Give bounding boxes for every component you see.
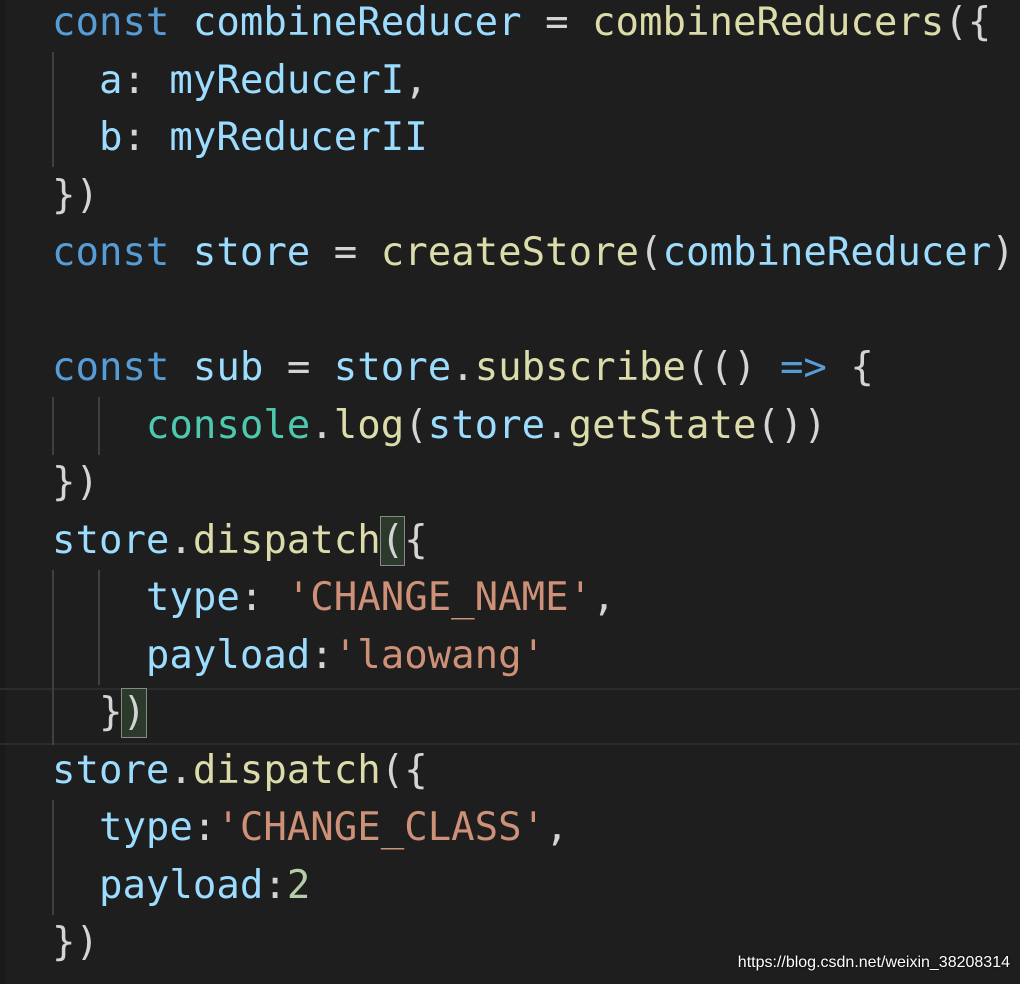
code-token: 'CHANGE_CLASS' xyxy=(216,805,546,850)
code-token: store xyxy=(427,402,546,448)
code-token: myReducerII xyxy=(169,115,428,160)
code-token: type xyxy=(98,805,193,850)
code-token: getState xyxy=(568,402,757,448)
code-token: 2 xyxy=(286,862,311,908)
code-token: combineReducer xyxy=(192,0,522,45)
code-token: . xyxy=(169,747,193,793)
code-token: . xyxy=(545,402,569,448)
code-token: dispatch xyxy=(192,747,381,793)
code-token: store xyxy=(192,230,311,275)
code-token: payload xyxy=(98,862,264,908)
code-token: a xyxy=(98,57,123,103)
code-token: type xyxy=(145,575,240,620)
code-token: log xyxy=(333,402,405,448)
code-line[interactable]: b: myReducerII xyxy=(52,109,428,167)
code-line[interactable]: const combineReducer = combineReducers({ xyxy=(52,0,991,52)
code-token: }) xyxy=(52,920,99,965)
code-token: ( xyxy=(404,402,428,448)
code-token: : xyxy=(239,575,287,620)
code-token: { xyxy=(826,345,874,390)
code-token: ( xyxy=(639,230,663,275)
code-token: = xyxy=(521,0,593,45)
code-line[interactable]: store.dispatch({ xyxy=(52,742,428,800)
code-token: } xyxy=(52,690,123,735)
code-token: combineReducer xyxy=(662,230,992,275)
code-token: 'laowang' xyxy=(333,632,546,678)
code-line[interactable]: }) xyxy=(52,684,147,742)
code-token: , xyxy=(545,805,569,850)
code-line[interactable]: }) xyxy=(52,167,99,225)
matched-bracket: ) xyxy=(121,688,147,738)
code-token: ) xyxy=(991,230,1015,275)
code-token: ()) xyxy=(756,402,827,448)
watermark: https://blog.csdn.net/weixin_38208314 xyxy=(737,954,1010,971)
code-token: const xyxy=(52,230,170,275)
code-token: , xyxy=(404,57,428,103)
code-line[interactable]: const sub = store.subscribe(() => { xyxy=(52,339,874,397)
code-token: store xyxy=(52,747,170,793)
current-line-highlight xyxy=(0,688,1020,745)
code-token: , xyxy=(592,575,616,620)
code-token: store xyxy=(52,517,170,563)
code-token: . xyxy=(169,517,193,563)
code-line[interactable]: type: 'CHANGE_NAME', xyxy=(52,569,616,627)
code-token: store xyxy=(333,345,452,390)
code-token: subscribe xyxy=(474,345,687,390)
code-token: console xyxy=(145,402,311,448)
code-token: => xyxy=(779,345,827,390)
code-line[interactable]: payload:2 xyxy=(52,857,310,915)
code-token: : xyxy=(263,862,287,908)
editor-gutter xyxy=(0,0,6,984)
code-line[interactable]: }) xyxy=(52,454,99,512)
code-token: payload xyxy=(145,632,311,678)
code-token: }) xyxy=(52,460,99,505)
code-token: ({ xyxy=(944,0,992,45)
code-token: myReducerI xyxy=(169,57,405,103)
code-token: (() xyxy=(686,345,780,390)
code-token: const xyxy=(52,345,170,390)
code-token: }) xyxy=(52,172,99,218)
code-line[interactable]: store.dispatch({ xyxy=(52,512,428,570)
code-token: : xyxy=(310,632,334,678)
code-line[interactable]: const store = createStore(combineReducer… xyxy=(52,224,1015,282)
code-line[interactable]: }) xyxy=(52,914,99,972)
code-line[interactable]: a: myReducerI, xyxy=(52,52,428,110)
code-token: 'CHANGE_NAME' xyxy=(286,575,593,620)
code-token: combineReducers xyxy=(592,0,945,45)
code-line[interactable]: payload:'laowang' xyxy=(52,627,545,685)
code-token: dispatch xyxy=(192,517,381,563)
code-token: = xyxy=(310,230,381,275)
code-token: . xyxy=(451,345,475,390)
code-token: : xyxy=(122,115,170,160)
code-line[interactable]: console.log(store.getState()) xyxy=(52,397,827,455)
code-token: ({ xyxy=(380,747,428,793)
code-token: . xyxy=(310,402,334,448)
code-editor[interactable]: const combineReducer = combineReducers({… xyxy=(0,0,1020,984)
code-token: : xyxy=(192,805,217,850)
code-token: b xyxy=(98,115,123,160)
code-token: = xyxy=(263,345,334,390)
matched-bracket: ( xyxy=(379,515,406,566)
code-line[interactable]: type:'CHANGE_CLASS', xyxy=(52,799,569,857)
code-token: const xyxy=(52,0,170,45)
code-token: createStore xyxy=(380,230,640,275)
code-token: sub xyxy=(192,345,264,390)
code-token: : xyxy=(122,57,170,103)
code-token: { xyxy=(404,517,428,563)
